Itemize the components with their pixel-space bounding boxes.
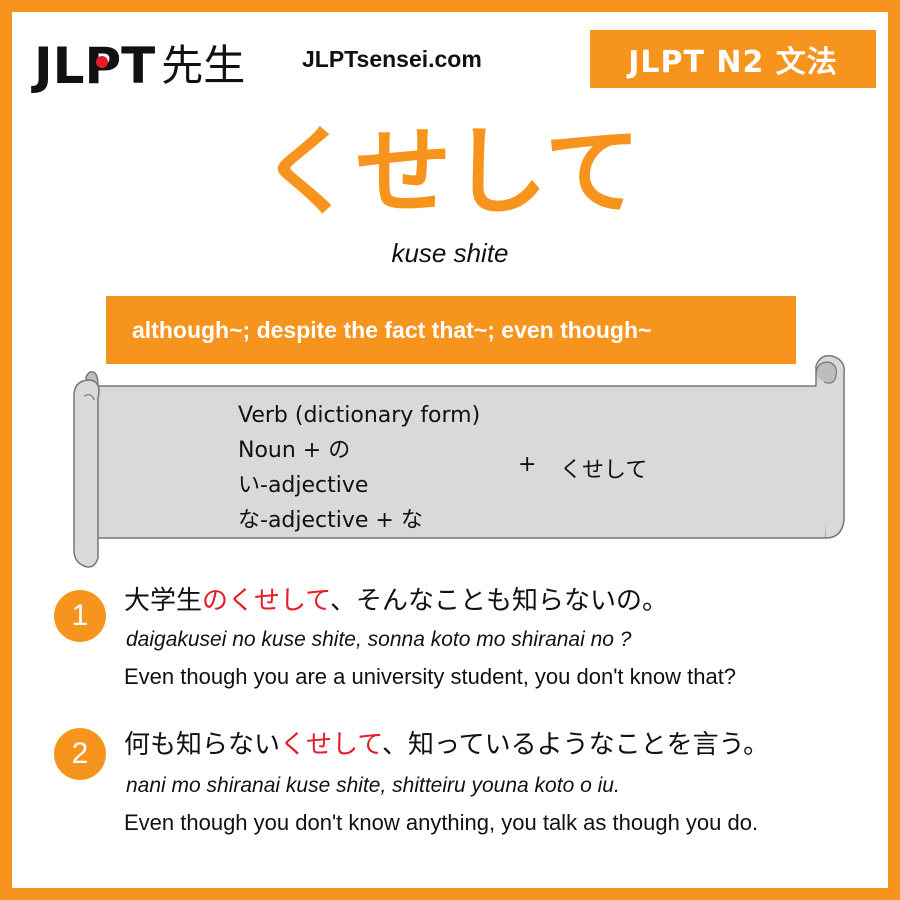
- jlpt-sensei-logo[interactable]: JL P T 先生: [34, 36, 245, 96]
- formation-item: い-adjective: [238, 473, 369, 498]
- logo-p-letter: P: [84, 36, 121, 96]
- grammar-title: くせして: [259, 116, 641, 228]
- formation-plus: +: [518, 452, 537, 477]
- example-1-romaji: daigakusei no kuse shite, sonna koto mo …: [126, 628, 632, 651]
- logo-letters: JL: [34, 37, 85, 95]
- formation-grammar: くせして: [560, 458, 648, 483]
- example-1-jp-highlight: のくせして: [202, 586, 330, 616]
- formation-list: Verb (dictionary form) Noun + の い-adject…: [238, 398, 480, 538]
- logo-t-letter: T: [121, 37, 156, 95]
- grammar-romaji: kuse shite: [391, 238, 509, 268]
- site-url[interactable]: JLPTsensei.com: [302, 46, 482, 73]
- example-1-jp-before: 大学生: [124, 586, 203, 616]
- logo-kanji: 先生: [161, 41, 246, 90]
- formation-item: な-adjective + な: [238, 508, 423, 533]
- example-2-japanese: 何も知らないくせして、知っているようなことを言う。: [124, 724, 769, 761]
- example-2-romaji: nani mo shiranai kuse shite, shitteiru y…: [126, 774, 620, 797]
- example-1-english: Even though you are a university student…: [124, 664, 737, 689]
- formation-item: Verb (dictionary form): [238, 403, 481, 428]
- example-1-number-badge: 1: [54, 590, 106, 642]
- example-1-jp-after: 、そんなことも知らないの。: [329, 586, 668, 616]
- lesson-card: JL P T 先生 JLPTsensei.com JLPT N2 文法 くせして…: [12, 12, 888, 888]
- example-2-jp-highlight: くせして: [280, 730, 382, 760]
- example-2-jp-after: 、知っているようなことを言う。: [381, 730, 770, 760]
- meaning-text: although~; despite the fact that~; even …: [132, 316, 652, 343]
- level-badge: JLPT N2 文法: [590, 30, 876, 88]
- formation-item: Noun + の: [238, 438, 351, 463]
- example-1-japanese: 大学生のくせして、そんなことも知らないの。: [124, 580, 668, 617]
- example-2-number-badge: 2: [54, 728, 106, 780]
- example-2-english: Even though you don't know anything, you…: [124, 810, 759, 835]
- example-2-jp-before: 何も知らない: [124, 730, 281, 760]
